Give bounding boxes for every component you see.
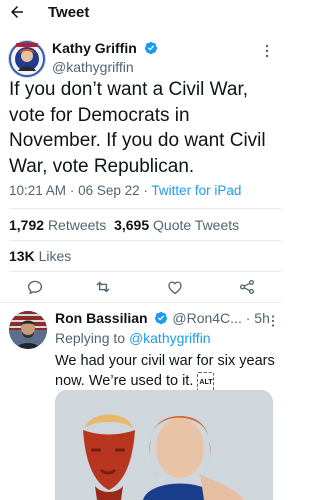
reply-media-image[interactable] [55, 390, 273, 500]
more-icon[interactable] [265, 44, 269, 58]
verified-badge-icon [144, 41, 157, 55]
quotes-label: Quote Tweets [153, 217, 240, 233]
reply-author-name[interactable]: Ron Bassilian [55, 310, 148, 326]
replying-handle-link[interactable]: @kathygriffin [129, 330, 211, 346]
tweet-text: If you don’t want a Civil War, vote for … [9, 79, 266, 177]
reply-author-handle[interactable]: @Ron4C... [172, 310, 241, 326]
back-arrow-icon[interactable] [8, 3, 26, 21]
likes-label: Likes [38, 248, 72, 264]
tweet-date: 06 Sep 22 [78, 183, 140, 198]
more-icon[interactable] [271, 315, 275, 327]
author-name: Kathy Griffin [52, 40, 137, 56]
likes-count: 13K [9, 248, 35, 264]
retweets-stat[interactable]: 1,792 Retweets [9, 217, 106, 233]
verified-badge-icon [155, 311, 168, 325]
tweet-meta: 10:21 AM · 06 Sep 22 · Twitter for iPad [9, 183, 241, 198]
author-name-row[interactable]: Kathy Griffin [52, 40, 158, 56]
reply-avatar[interactable] [9, 311, 47, 349]
like-icon[interactable] [166, 278, 184, 296]
top-bar: Tweet [0, 0, 281, 25]
retweet-icon[interactable] [94, 278, 112, 296]
replying-prefix: Replying to [55, 330, 126, 346]
share-icon[interactable] [238, 278, 256, 296]
divider [9, 240, 281, 241]
quotes-count: 3,695 [114, 217, 150, 233]
likes-stat[interactable]: 13K Likes [9, 248, 71, 264]
reply-header: Ron Bassilian @Ron4C... · 5h [55, 310, 270, 326]
tweet-action-bar [0, 278, 281, 298]
divider [9, 271, 281, 272]
reply-tweet[interactable]: Ron Bassilian @Ron4C... · 5h Replying to… [0, 302, 281, 500]
tweet-source-link[interactable]: Twitter for iPad [151, 183, 241, 198]
replying-to: Replying to @kathygriffin [55, 330, 211, 346]
tweet-author: Kathy Griffin @kathygriffin [0, 30, 281, 80]
author-handle[interactable]: @kathygriffin [52, 59, 134, 75]
divider [9, 208, 281, 209]
avatar[interactable] [8, 40, 46, 78]
retweet-quote-stats: 1,792 Retweets 3,695 Quote Tweets [9, 217, 239, 233]
page-title: Tweet [48, 4, 90, 21]
retweets-label: Retweets [47, 217, 107, 233]
quotes-stat[interactable]: 3,695 Quote Tweets [114, 217, 239, 233]
retweets-count: 1,792 [9, 217, 45, 233]
meta-separator: · [69, 183, 79, 198]
reply-age: 5h [254, 310, 270, 326]
reply-text: We had your civil war for six years now.… [55, 353, 275, 389]
reply-icon[interactable] [26, 278, 44, 296]
meta-separator: · [245, 310, 255, 326]
tweet-time: 10:21 AM [9, 183, 67, 198]
reply-text-block: We had your civil war for six years now.… [55, 351, 277, 394]
